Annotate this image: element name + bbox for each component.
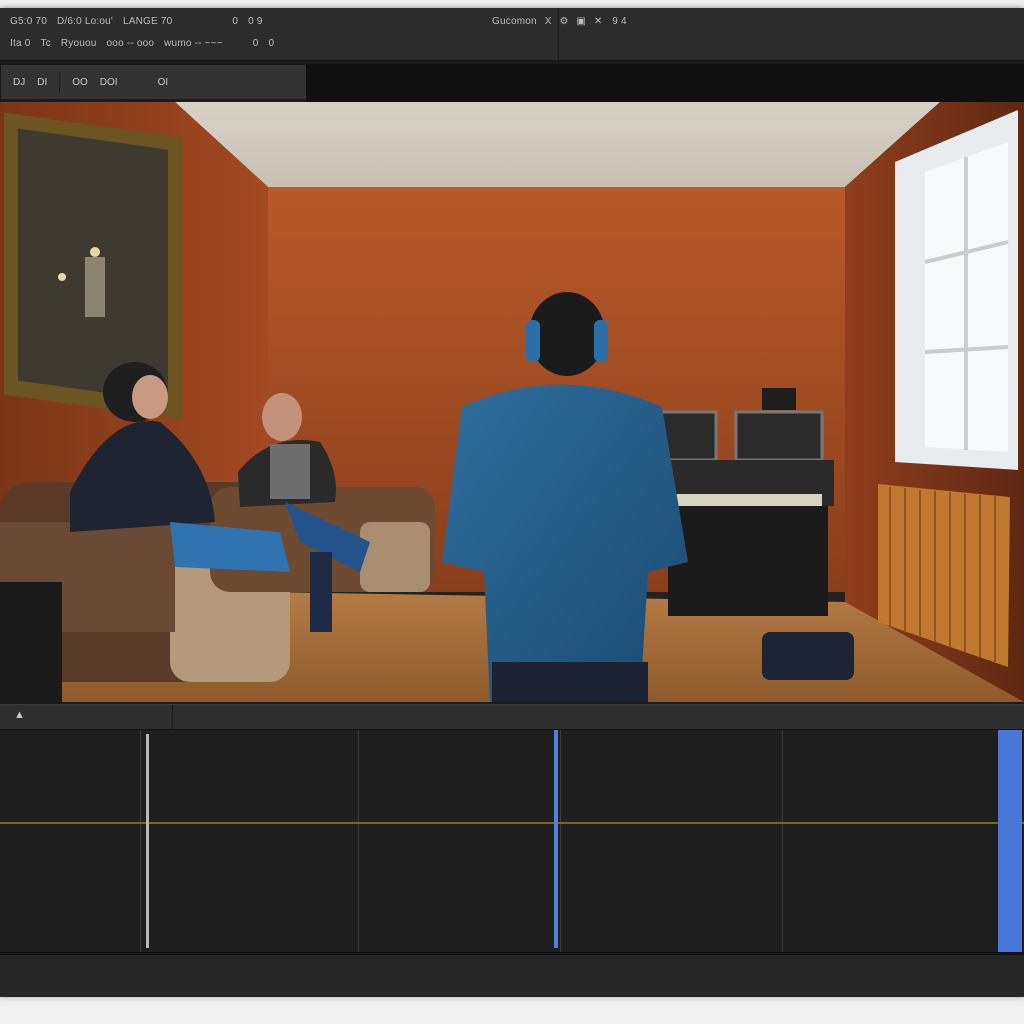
- gear-icon[interactable]: ⚙: [559, 16, 568, 27]
- menu-item-7[interactable]: Tc: [40, 38, 50, 49]
- menu-item-11[interactable]: 0: [253, 38, 259, 49]
- timeline-marker-icon[interactable]: ▲: [14, 709, 25, 721]
- timeline-header: ▲: [0, 704, 1024, 730]
- menu-item-9[interactable]: ooo -- ooo: [107, 38, 155, 49]
- menu-item-4[interactable]: 0: [232, 16, 238, 27]
- grid-line: [358, 730, 359, 952]
- close-icon[interactable]: ✕: [594, 16, 602, 27]
- menu-item-1[interactable]: G5:0 70: [10, 16, 47, 27]
- tool-button-1[interactable]: DJ: [13, 77, 25, 88]
- track-line: [0, 822, 1024, 824]
- in-point-marker[interactable]: [146, 734, 149, 948]
- title-area: Gucomon X ⚙ ▣ ✕ 9 4: [482, 12, 627, 30]
- video-frame: [0, 102, 1024, 702]
- menu-item-10[interactable]: wumo -- ~~~: [164, 38, 223, 49]
- editor-window: G5:0 70 D/6:0 Lo:ou' LANGE 70 0 0 9 Ita …: [0, 8, 1024, 997]
- tool-button-5[interactable]: OI: [158, 77, 169, 88]
- menu-item-3[interactable]: LANGE 70: [123, 16, 172, 27]
- menu-item-6[interactable]: Ita 0: [10, 38, 30, 49]
- grid-line: [560, 730, 561, 952]
- menu-bar: G5:0 70 D/6:0 Lo:ou' LANGE 70 0 0 9 Ita …: [0, 8, 1024, 61]
- menu-row-bottom: Ita 0 Tc Ryouou ooo -- ooo wumo -- ~~~ 0…: [0, 34, 274, 52]
- video-viewer[interactable]: [0, 102, 1024, 702]
- timeline-tracks[interactable]: [0, 730, 1024, 953]
- x-icon[interactable]: X: [545, 16, 552, 27]
- menu-item-12[interactable]: 0: [269, 38, 275, 49]
- menu-item-8[interactable]: Ryouou: [61, 38, 97, 49]
- timeline-header-divider: [172, 705, 173, 729]
- status-bar: [0, 954, 1024, 997]
- tool-button-2[interactable]: DI: [37, 77, 47, 88]
- timeline-end-handle[interactable]: [998, 730, 1022, 952]
- toolbar-empty-area: [306, 64, 1024, 102]
- grid-line: [140, 730, 141, 952]
- menu-item-5[interactable]: 0 9: [248, 16, 263, 27]
- tool-button-3[interactable]: OO: [72, 77, 88, 88]
- playhead[interactable]: [554, 730, 558, 948]
- grid-line: [782, 730, 783, 952]
- tool-button-4[interactable]: DOI: [100, 77, 118, 88]
- workspace-label: Gucomon: [492, 15, 537, 27]
- menu-item-2[interactable]: D/6:0 Lo:ou': [57, 16, 113, 27]
- version-label: 9 4: [612, 15, 627, 27]
- panel-icon[interactable]: ▣: [576, 16, 585, 27]
- menu-row-top: G5:0 70 D/6:0 Lo:ou' LANGE 70 0 0 9: [0, 12, 263, 30]
- tool-divider: [59, 72, 61, 92]
- tool-strip: DJ DI OO DOI OI: [0, 64, 308, 100]
